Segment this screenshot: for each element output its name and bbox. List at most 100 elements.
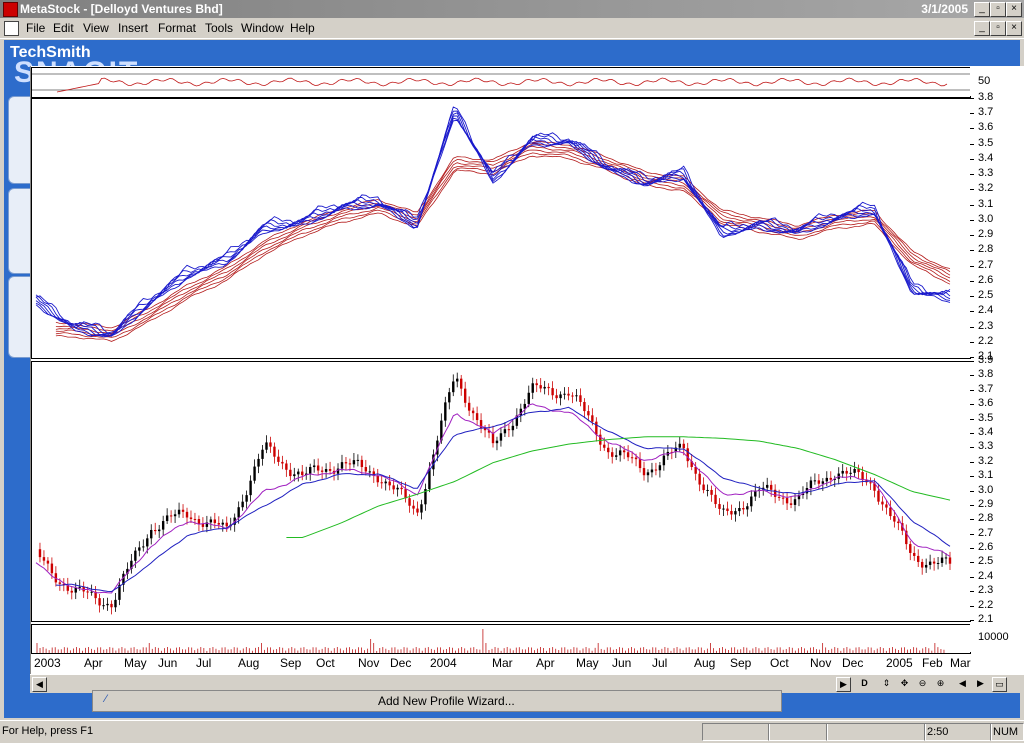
candle-body: [106, 603, 109, 606]
axis-tick-label: 3.2: [978, 182, 994, 195]
axis-tick-label: 3.8: [978, 368, 994, 381]
menu-file[interactable]: File: [26, 21, 45, 35]
child-restore-button[interactable]: ▫: [990, 21, 1006, 36]
candle-body: [213, 519, 217, 524]
profile-wizard-bar[interactable]: ⁄ Add New Profile Wizard...: [92, 690, 782, 712]
candle-body: [571, 395, 574, 397]
indicator-svg: [32, 73, 970, 93]
axis-tick-mark: [970, 591, 974, 593]
candle-body: [917, 555, 920, 562]
candle-body: [821, 481, 825, 484]
status-panel: [768, 723, 828, 741]
candle-body: [777, 496, 781, 498]
axis-tick-label: 3.5: [978, 411, 994, 424]
menu-insert[interactable]: Insert: [118, 21, 148, 35]
child-minimize-button[interactable]: _: [974, 21, 990, 36]
menu-edit[interactable]: Edit: [53, 21, 74, 35]
candle-body: [698, 473, 701, 485]
candle-body: [769, 484, 773, 490]
candle-body: [154, 529, 157, 532]
date-axis-label: 2004: [430, 656, 457, 670]
scroll-back-icon[interactable]: ◀: [956, 677, 969, 690]
candle-body: [817, 480, 821, 484]
candle-body: [646, 472, 650, 476]
price-axis: 3.9 3.8 3.7 3.6 3.5 3.4 3.3 3.2 3.1 3.0 2.9 2.8 2.7 2…: [970, 354, 1024, 625]
menu-format[interactable]: Format: [158, 21, 196, 35]
axis-tick-mark: [970, 548, 974, 550]
close-button[interactable]: ×: [1006, 2, 1022, 17]
child-close-button[interactable]: ×: [1006, 21, 1022, 36]
candle-body: [285, 463, 288, 470]
axis-tick-mark: [970, 265, 974, 267]
axis-tick-mark: [970, 375, 974, 377]
zoom-out-icon[interactable]: ⊖: [916, 677, 929, 690]
date-axis-label: Apr: [84, 656, 103, 670]
scroll-left-button[interactable]: ◀: [32, 677, 47, 692]
app-icon[interactable]: [3, 2, 18, 17]
date-axis-label: 2005: [886, 656, 913, 670]
axis-tick-mark: [970, 361, 974, 362]
candle-body: [412, 505, 415, 509]
window-toggle-icon[interactable]: ▭: [992, 677, 1007, 692]
long-moving-average-line: [55, 143, 951, 332]
price-pane[interactable]: [31, 361, 971, 622]
move-icon[interactable]: ✥: [898, 677, 911, 690]
axis-tick-mark: [970, 533, 974, 535]
candle-body: [909, 544, 912, 553]
menu-view[interactable]: View: [83, 21, 109, 35]
candle-body: [495, 440, 499, 444]
candle-body: [889, 507, 892, 517]
candle-body: [161, 521, 165, 530]
indicator-pane[interactable]: [31, 67, 971, 98]
date-axis-label: Apr: [536, 656, 555, 670]
candle-body: [269, 442, 272, 447]
candle-body: [714, 494, 717, 505]
status-num: NUM: [990, 723, 1024, 741]
minimize-button[interactable]: _: [974, 2, 990, 17]
moving-average-axis: 3.8 3.7 3.6 3.5 3.4 3.3 3.2 3.1 3.0 2.9 2.8 2.7 2.6 2…: [970, 91, 1024, 362]
status-panel: [826, 723, 926, 741]
candle-body: [463, 388, 467, 403]
date-axis-label: Aug: [694, 656, 716, 670]
axis-tick-mark: [970, 204, 974, 206]
chart-document-icon[interactable]: [4, 21, 19, 36]
axis-tick-label: 2.9: [978, 497, 994, 510]
date-axis-label: Oct: [316, 656, 335, 670]
candle-body: [607, 447, 610, 453]
candle-body: [444, 402, 447, 421]
title-bar: MetaStock - [Delloyd Ventures Bhd] 3/1/2…: [0, 0, 1024, 18]
candle-body: [611, 452, 614, 457]
candle-body: [396, 487, 399, 490]
menu-help[interactable]: Help: [290, 21, 315, 35]
date-axis-label: Aug: [238, 656, 260, 670]
candle-body: [340, 462, 344, 469]
candle-body: [249, 480, 252, 496]
axis-tick-label: 2.8: [978, 512, 994, 525]
scroll-right-button[interactable]: ▶: [836, 677, 851, 692]
candle-body: [50, 563, 54, 574]
candle-body: [853, 468, 856, 473]
restore-button[interactable]: ▫: [990, 2, 1006, 17]
axis-tick-label: 2.4: [978, 569, 994, 582]
candle-body: [948, 557, 952, 564]
date-axis-label: Jun: [158, 656, 178, 670]
candle-body: [936, 562, 940, 564]
vertical-resize-icon[interactable]: ⇕: [880, 677, 893, 690]
candle-body: [356, 459, 360, 461]
menu-tools[interactable]: Tools: [205, 21, 233, 35]
candle-body: [718, 504, 721, 509]
axis-tick-mark: [970, 189, 974, 191]
candle-body: [678, 443, 681, 448]
candle-body: [86, 591, 89, 593]
date-axis-label: Oct: [770, 656, 789, 670]
menu-window[interactable]: Window: [241, 21, 284, 35]
scroll-forward-icon[interactable]: ▶: [974, 677, 987, 690]
zoom-in-icon[interactable]: ⊕: [934, 677, 947, 690]
candle-body: [42, 557, 46, 561]
volume-pane[interactable]: [31, 624, 971, 654]
date-range-button[interactable]: D: [858, 677, 871, 690]
axis-tick-mark: [970, 250, 974, 252]
profile-wizard-label[interactable]: Add New Profile Wizard...: [378, 694, 515, 708]
moving-average-pane[interactable]: [31, 98, 971, 359]
candle-body: [448, 392, 451, 403]
